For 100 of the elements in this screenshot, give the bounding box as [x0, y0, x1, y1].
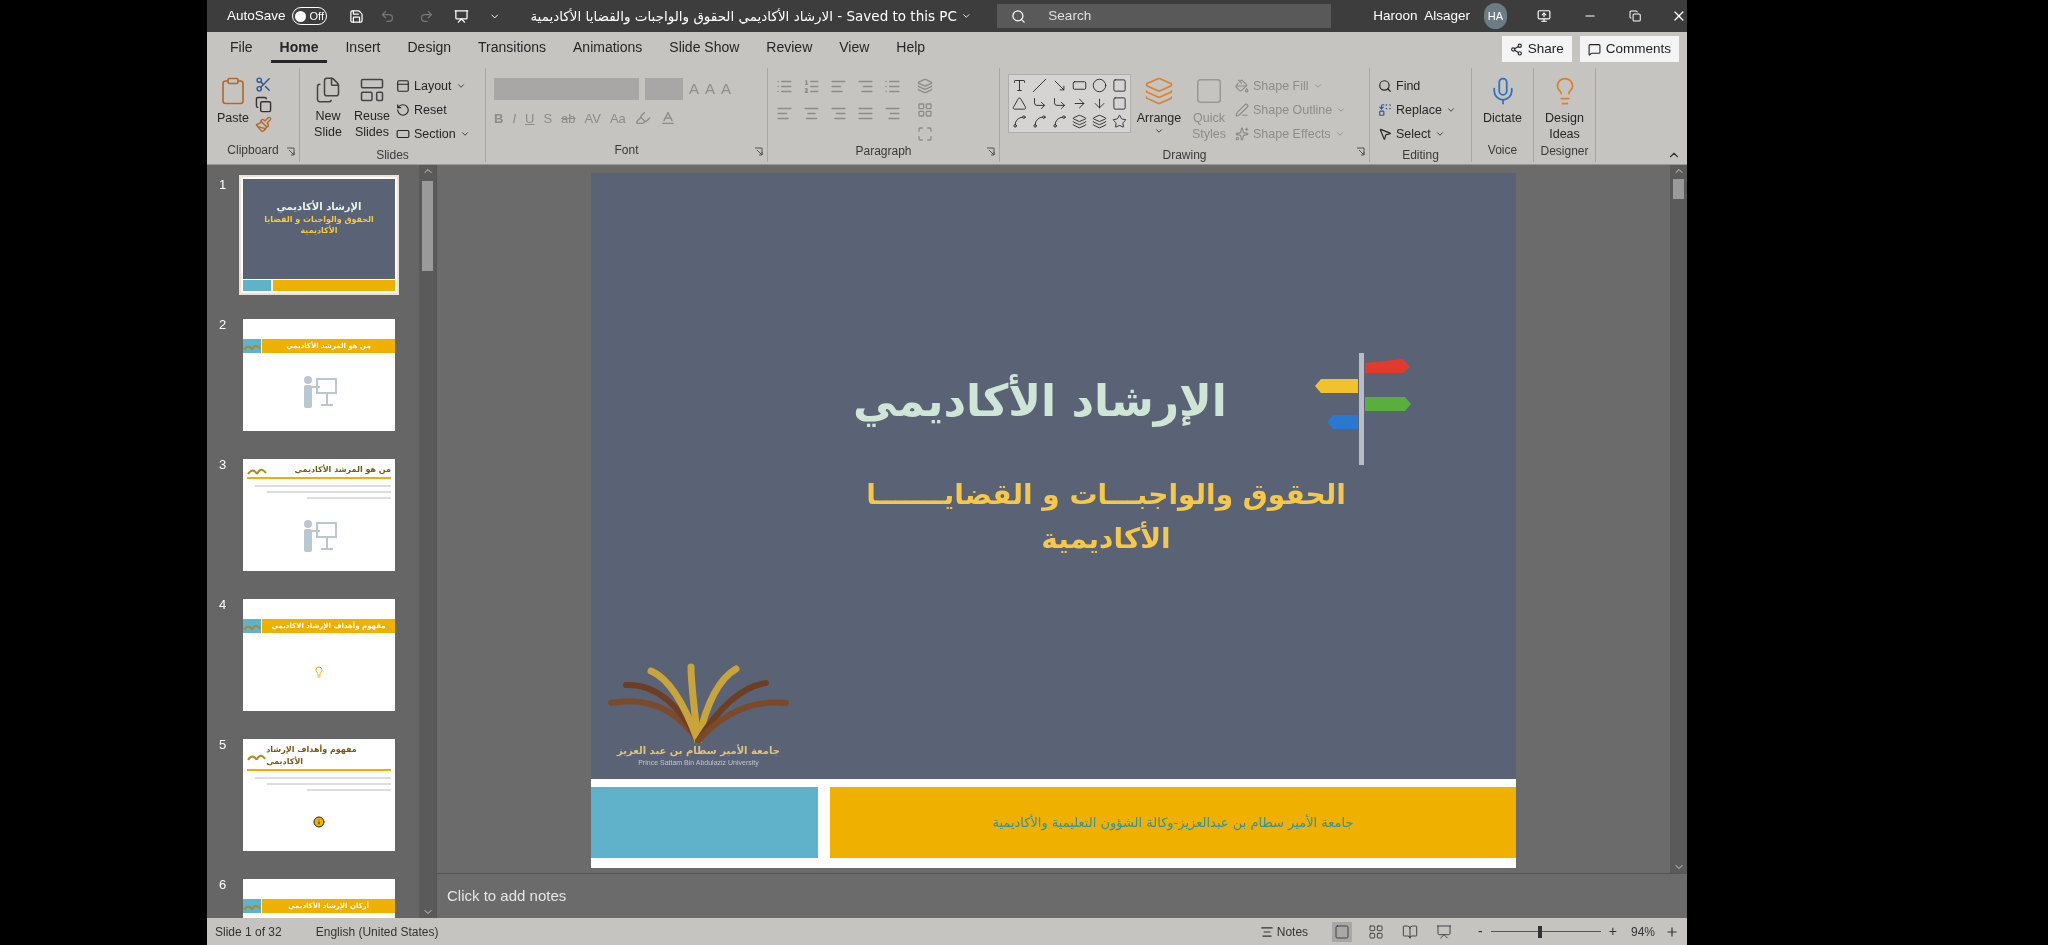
comment-icon	[1587, 42, 1601, 56]
ribbon-button[interactable]: Reuse Slides	[352, 72, 392, 140]
ribbon-tab[interactable]: Review	[757, 35, 822, 63]
ribbon-tab[interactable]: View	[830, 35, 879, 63]
new-slide-icon	[314, 76, 342, 104]
caret-icon	[1336, 105, 1347, 115]
ribbon-button[interactable]: Reset	[396, 98, 470, 122]
group-label: Paragraph	[855, 143, 912, 160]
font-color-icon[interactable]	[659, 110, 676, 127]
logo-text: جامعة الأمير سطام بن عبد العزيز	[617, 743, 780, 758]
zoom-slider[interactable]	[1490, 925, 1601, 938]
normal-view-icon[interactable]	[1332, 921, 1353, 942]
ribbon-button[interactable]: New Slide	[308, 72, 348, 140]
ribbon-button[interactable]: Layout	[396, 74, 470, 98]
save-icon[interactable]	[349, 7, 365, 25]
effects-icon	[1235, 127, 1249, 141]
dialog-launcher-icon[interactable]	[754, 147, 763, 156]
cut-icon[interactable]	[255, 76, 272, 93]
reset-icon	[396, 103, 410, 117]
scrollbar[interactable]	[419, 165, 436, 918]
triangle-icon[interactable]	[1012, 96, 1027, 111]
shapes-gallery[interactable]	[1008, 74, 1131, 133]
scrollbar-thumb[interactable]	[1673, 179, 1684, 199]
presenter-drawing	[301, 519, 337, 553]
arc-icon[interactable]	[1052, 114, 1067, 129]
ribbon-button[interactable]: Replace	[1378, 98, 1456, 122]
caret-icon	[1445, 105, 1456, 115]
rectangle-icon[interactable]	[1072, 78, 1087, 93]
ribbon-tab[interactable]: Home	[270, 35, 328, 63]
presentation-icon[interactable]	[454, 7, 469, 25]
pointer-icon	[1378, 127, 1392, 141]
right-arrow-icon[interactable]	[1072, 96, 1087, 111]
ribbon-button[interactable]: Arrange	[1135, 72, 1183, 136]
paint-bucket-icon	[1235, 79, 1249, 93]
ribbon-button[interactable]: Paste	[215, 72, 251, 126]
scrollbar-thumb[interactable]	[422, 181, 433, 271]
group-label: Voice	[1487, 142, 1518, 159]
notes-button[interactable]: Notes	[1259, 922, 1309, 941]
rounded-rectangle-icon[interactable]	[1112, 96, 1127, 111]
zoom-level[interactable]: 94%	[1630, 922, 1655, 941]
ribbon-button[interactable]: Select	[1378, 122, 1456, 146]
zoom-slider-thumb[interactable]	[1538, 925, 1543, 938]
ribbon-button[interactable]: Design Ideas	[1542, 72, 1587, 142]
ribbon-tab[interactable]: Slide Show	[660, 35, 749, 63]
curve-icon[interactable]	[1032, 114, 1047, 129]
oval-icon[interactable]	[1092, 78, 1107, 93]
copy-icon[interactable]	[255, 96, 272, 113]
search-icon	[1378, 79, 1392, 93]
freeform-icon[interactable]	[1012, 114, 1027, 129]
ribbon-button[interactable]: Dictate	[1480, 72, 1525, 126]
restore-icon[interactable]	[1628, 9, 1642, 23]
section-icon	[396, 127, 410, 141]
caret-icon	[459, 129, 470, 139]
slide-number: 2	[219, 316, 228, 334]
slide-subtitle: الأكاديمية	[1041, 520, 1171, 557]
zoom-out-button[interactable]: -	[1478, 921, 1483, 942]
ribbon-tab[interactable]: Help	[887, 35, 935, 63]
scrollbar[interactable]	[1670, 165, 1687, 873]
caret-icon	[1154, 126, 1164, 136]
slide-number: 6	[219, 876, 228, 894]
connector-arrow-icon[interactable]	[1052, 96, 1067, 111]
search-field[interactable]: Search	[997, 4, 1332, 28]
caret-icon	[1312, 81, 1323, 91]
notes-icon	[1259, 924, 1274, 939]
ribbon-button[interactable]: Find	[1378, 74, 1456, 98]
caret-icon	[1434, 129, 1445, 139]
group-label: Drawing	[1162, 147, 1207, 164]
fit-slide-icon[interactable]	[1665, 924, 1679, 939]
search-icon	[1011, 8, 1027, 24]
user-avatar[interactable]: HA	[1484, 3, 1507, 29]
dialog-launcher-icon[interactable]	[286, 147, 295, 156]
slide-number: 3	[219, 456, 228, 474]
caret-icon	[455, 81, 466, 91]
layout-icon	[396, 79, 410, 93]
caret-icon	[1334, 129, 1345, 139]
ribbon-button[interactable]: Section	[396, 122, 470, 146]
zoom-in-button[interactable]: +	[1608, 921, 1617, 942]
share-button[interactable]: Share	[1501, 36, 1572, 62]
line-icon[interactable]	[1032, 78, 1047, 93]
language-indicator[interactable]: English (United States)	[315, 922, 439, 941]
window-title: الارشاد الأكاديمي الحقوق والواجبات والقضايا الأكاديمية - Saved to this PC	[530, 6, 957, 27]
dialog-launcher-icon[interactable]	[1356, 147, 1365, 156]
share-icon	[1509, 42, 1523, 56]
connector-icon[interactable]	[1032, 96, 1047, 111]
rounded-rectangle-icon[interactable]	[1112, 78, 1127, 93]
text-box-icon[interactable]	[1012, 78, 1027, 93]
comments-button[interactable]: Comments	[1579, 36, 1679, 62]
ribbon-tab[interactable]: File	[221, 35, 262, 63]
user-name: Haroon Alsager	[1373, 6, 1471, 25]
footer-text: جامعة الأمير سطام بن عبدالعزيز-وكالة الشؤون التعليمية والأكاديمية	[992, 813, 1354, 833]
replace-icon	[1378, 103, 1392, 117]
down-arrow-icon[interactable]	[1092, 96, 1107, 111]
slide-thumbnail[interactable]: الإرشاد الأكاديمي الحقوق والواجبات و القضايا الأكاديمية	[239, 175, 399, 295]
arrow-icon[interactable]	[1052, 78, 1067, 93]
ribbon-display-icon[interactable]	[1536, 8, 1551, 24]
ribbon-tab[interactable]: Insert	[336, 35, 390, 63]
star-icon[interactable]	[1112, 114, 1127, 129]
ribbon-tab[interactable]: Transitions	[469, 35, 556, 63]
ribbon-tab[interactable]: Design	[398, 35, 461, 63]
ribbon-tab[interactable]: Animations	[564, 35, 652, 63]
